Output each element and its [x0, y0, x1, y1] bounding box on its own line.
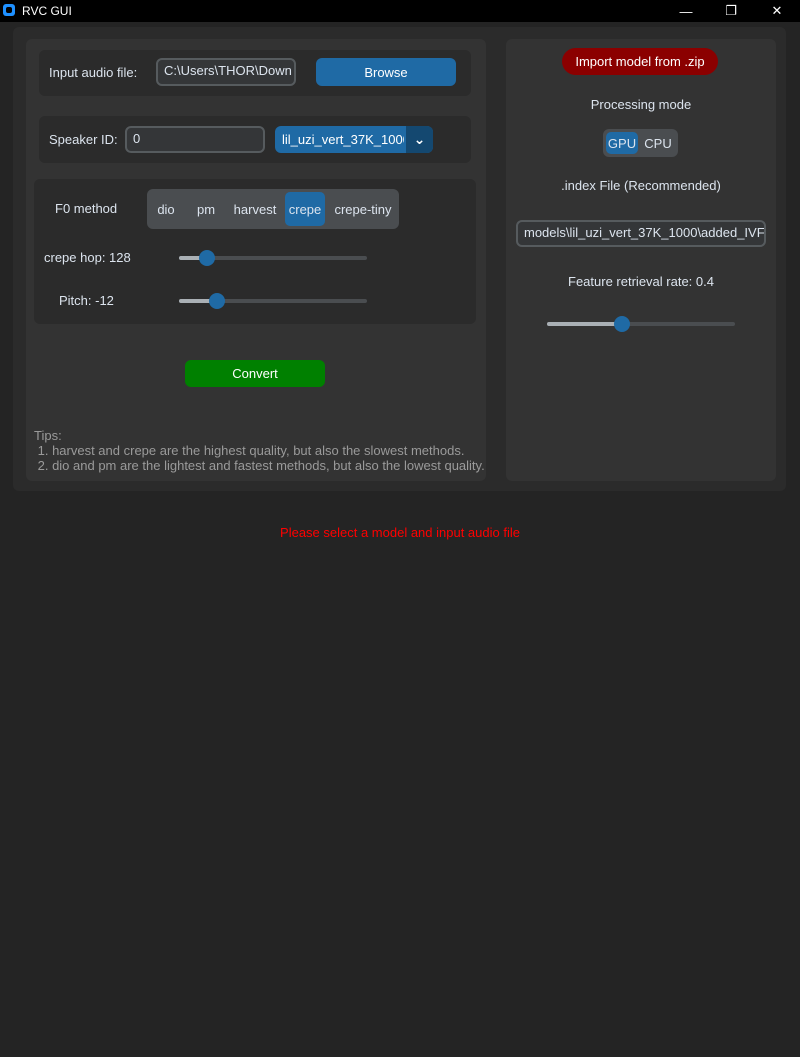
mode-option-gpu[interactable]: GPU	[606, 132, 638, 154]
window-title: RVC GUI	[22, 4, 72, 18]
import-model-button[interactable]: Import model from .zip	[562, 48, 718, 75]
chevron-down-icon[interactable]: ⌄	[406, 126, 433, 153]
speaker-id-field[interactable]: 0	[125, 126, 265, 153]
right-panel: Import model from .zip Processing mode G…	[506, 39, 776, 481]
input-audio-field[interactable]: C:\Users\THOR\Down	[156, 58, 296, 86]
f0-option-pm[interactable]: pm	[190, 192, 222, 226]
f0-option-crepe-tiny[interactable]: crepe-tiny	[331, 192, 395, 226]
model-select[interactable]: lil_uzi_vert_37K_1000 ⌄	[275, 126, 433, 153]
f0-method-selector: dio pm harvest crepe crepe-tiny	[147, 189, 399, 229]
pitch-handle[interactable]	[209, 293, 225, 309]
tip-line-2: 2. dio and pm are the lightest and faste…	[34, 458, 485, 473]
minimize-button[interactable]: —	[663, 0, 709, 22]
mode-option-cpu[interactable]: CPU	[641, 132, 675, 154]
maximize-icon: ❐	[725, 3, 737, 18]
pitch-label: Pitch: -12	[59, 293, 114, 308]
app-icon	[3, 4, 15, 16]
close-button[interactable]: ✕	[754, 0, 800, 22]
speaker-id-label: Speaker ID:	[49, 132, 118, 147]
crepe-hop-label: crepe hop: 128	[44, 250, 131, 265]
tip-line-1: 1. harvest and crepe are the highest qua…	[34, 443, 465, 458]
processing-mode-label: Processing mode	[590, 97, 692, 112]
tips-block: Tips: 1. harvest and crepe are the highe…	[34, 428, 485, 473]
feature-retrieval-slider[interactable]	[547, 316, 735, 332]
pitch-slider[interactable]	[179, 293, 367, 309]
left-panel: Input audio file: C:\Users\THOR\Down Bro…	[26, 39, 486, 481]
browse-button[interactable]: Browse	[316, 58, 456, 86]
input-audio-label: Input audio file:	[49, 65, 138, 80]
index-file-field[interactable]: models\lil_uzi_vert_37K_1000\added_IVF1	[516, 220, 766, 247]
f0-section: F0 method dio pm harvest crepe crepe-tin…	[34, 179, 476, 324]
crepe-hop-handle[interactable]	[199, 250, 215, 266]
f0-option-harvest[interactable]: harvest	[230, 192, 280, 226]
convert-button[interactable]: Convert	[185, 360, 325, 387]
model-select-value: lil_uzi_vert_37K_1000	[282, 132, 404, 147]
tips-title: Tips:	[34, 428, 62, 443]
feature-retrieval-label: Feature retrieval rate: 0.4	[568, 274, 714, 289]
feature-retrieval-fill	[547, 322, 622, 326]
status-message: Please select a model and input audio fi…	[280, 525, 520, 540]
index-file-label: .index File (Recommended)	[561, 178, 721, 193]
f0-method-label: F0 method	[55, 201, 118, 216]
feature-retrieval-handle[interactable]	[614, 316, 630, 332]
f0-option-dio[interactable]: dio	[150, 192, 182, 226]
minimize-icon: —	[679, 3, 693, 19]
close-icon: ✕	[771, 3, 783, 18]
maximize-button[interactable]: ❐	[708, 0, 754, 22]
speaker-section: Speaker ID: 0 lil_uzi_vert_37K_1000 ⌄	[39, 116, 471, 163]
processing-mode-selector: GPU CPU	[603, 129, 678, 157]
f0-option-crepe[interactable]: crepe	[285, 192, 325, 226]
input-audio-section: Input audio file: C:\Users\THOR\Down Bro…	[39, 50, 471, 96]
crepe-hop-slider[interactable]	[179, 250, 367, 266]
title-bar: RVC GUI — ❐ ✕	[0, 0, 800, 22]
